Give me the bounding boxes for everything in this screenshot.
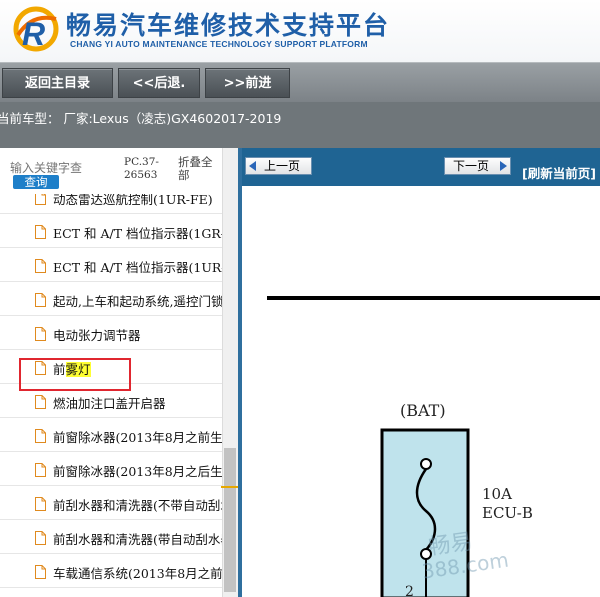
- brand-subtitle: CHANG YI AUTO MAINTENANCE TECHNOLOGY SUP…: [70, 39, 368, 49]
- document-icon: [35, 194, 46, 205]
- document-icon: [35, 462, 46, 477]
- tree-item-label: 起动,上车和起动系统,遥控门锁: [53, 294, 222, 309]
- collapse-all-button[interactable]: 折叠全部: [178, 156, 218, 182]
- document-toolbar: 上一页 下一页 [刷新当前页]: [242, 148, 600, 186]
- tree-item-label: 动态雷达巡航控制(1UR-FE): [53, 194, 213, 207]
- document-icon: [35, 292, 46, 307]
- back-button[interactable]: <<后退.: [118, 68, 200, 98]
- tree-item[interactable]: 动态雷达巡航控制(1UR-FE): [0, 194, 222, 214]
- tree-item[interactable]: 电动张力调节器: [0, 316, 222, 350]
- current-vehicle-label: 当前车型： 厂家:Lexus（凌志)GX4602017-2019: [0, 111, 282, 126]
- tree-item[interactable]: ECT 和 A/T 档位指示器(1UR-FE): [0, 248, 222, 282]
- tree-item[interactable]: 起动,上车和起动系统,遥控门锁: [0, 282, 222, 316]
- tree-scrollbar-thumb[interactable]: [224, 448, 236, 592]
- document-icon: [35, 224, 46, 239]
- next-page-button[interactable]: 下一页: [444, 157, 511, 175]
- tree-item[interactable]: 车载通信系统(2013年8月之前生产): [0, 554, 222, 588]
- document-icon: [35, 394, 46, 409]
- arrow-right-icon: [500, 161, 507, 171]
- tree-item-label: 前刮水器和清洗器(带自动刮水器): [53, 532, 222, 547]
- chang-yi-logo-icon: R: [13, 6, 59, 52]
- forward-button[interactable]: >>前进: [205, 68, 290, 98]
- tree-item-label: 前窗除冰器(2013年8月之前生产): [53, 430, 222, 445]
- wiring-diagram-svg: (BAT) 10A ECU-B 2: [267, 296, 600, 597]
- fuse-terminal-top: [420, 458, 432, 470]
- search-button[interactable]: 查询: [13, 175, 59, 189]
- wiring-diagram: (BAT) 10A ECU-B 2: [242, 186, 600, 597]
- search-area: 查询 PC.37-26563 折叠全部: [0, 148, 238, 194]
- tree-item-label: 前刮水器和清洗器(不带自动刮水器): [53, 498, 222, 513]
- selected-item-highlight-box: [19, 358, 131, 391]
- svg-text:R: R: [22, 16, 45, 52]
- prev-page-label: 上一页: [264, 159, 301, 173]
- fuse-rating: 10A: [482, 485, 512, 503]
- next-page-label: 下一页: [453, 159, 490, 173]
- tree-item-label: 车载通信系统(2013年8月之前生产): [53, 566, 222, 581]
- nav-bar: 返回主目录 <<后退. >>前进: [0, 62, 600, 102]
- tree-item-label: 燃油加注口盖开启器: [53, 396, 166, 411]
- tree-item[interactable]: 前刮水器和清洗器(不带自动刮水器): [0, 486, 222, 520]
- document-icon: [35, 258, 46, 273]
- document-tree: 动态雷达巡航控制(1UR-FE) ECT 和 A/T 档位指示器(1GR-FE) E…: [0, 194, 222, 597]
- arrow-left-icon: [249, 161, 256, 171]
- pin-number: 2: [405, 584, 414, 597]
- watermark: 畅易 388.com: [420, 527, 510, 583]
- vehicle-info-bar: 当前车型： 厂家:Lexus（凌志)GX4602017-2019: [0, 102, 600, 148]
- tree-item-label: ECT 和 A/T 档位指示器(1UR-FE): [53, 260, 222, 275]
- fuse-name: ECU-B: [482, 504, 533, 522]
- document-icon: [35, 428, 46, 443]
- tree-item[interactable]: 前窗除冰器(2013年8月之前生产): [0, 418, 222, 452]
- app-header: R 畅易汽车维修技术支持平台 CHANG YI AUTO MAINTENANCE…: [0, 0, 600, 62]
- tree-item[interactable]: 前窗除冰器(2013年8月之后生产): [0, 452, 222, 486]
- tree-item[interactable]: ECT 和 A/T 档位指示器(1GR-FE): [0, 214, 222, 248]
- document-icon: [35, 326, 46, 341]
- pc-code-label: PC.37-26563: [124, 156, 159, 181]
- tree-item[interactable]: 前刮水器和清洗器(带自动刮水器): [0, 520, 222, 554]
- document-icon: [35, 530, 46, 545]
- prev-page-button[interactable]: 上一页: [245, 157, 312, 175]
- back-to-home-button[interactable]: 返回主目录: [2, 68, 113, 98]
- refresh-page-link[interactable]: [刷新当前页]: [522, 163, 596, 182]
- tree-item-label: 电动张力调节器: [53, 328, 141, 343]
- tree-item-label: ECT 和 A/T 档位指示器(1GR-FE): [53, 226, 222, 241]
- document-icon: [35, 496, 46, 511]
- tree-item-label: 前窗除冰器(2013年8月之后生产): [53, 464, 222, 479]
- bat-label: (BAT): [400, 401, 446, 420]
- brand-title: 畅易汽车维修技术支持平台: [66, 11, 391, 40]
- scroll-position-marker: [221, 486, 239, 488]
- document-icon: [35, 564, 46, 579]
